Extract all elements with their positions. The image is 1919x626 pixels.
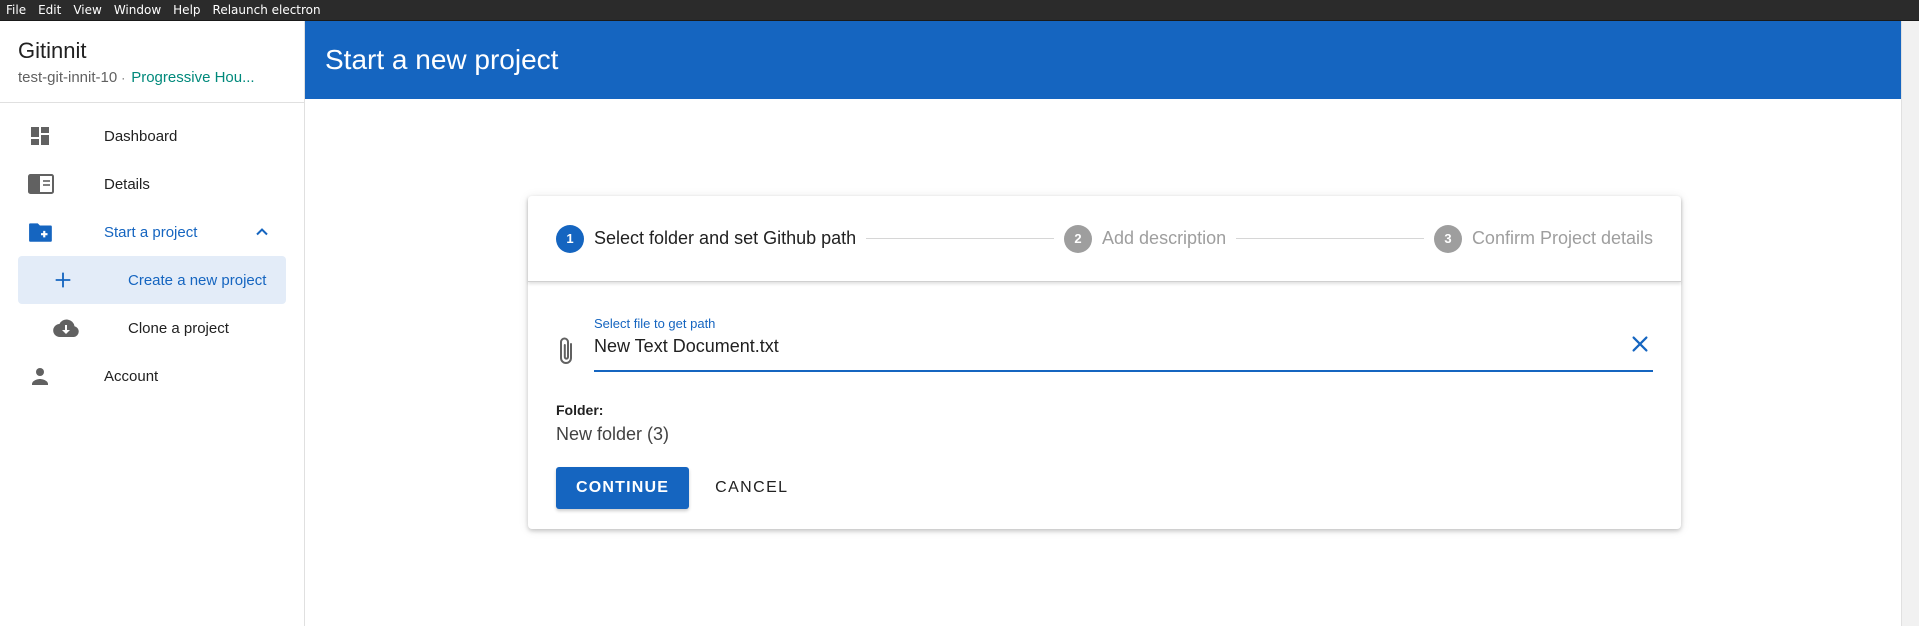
username: test-git-innit-10	[18, 69, 118, 86]
page-title: Start a new project	[325, 44, 559, 75]
card-body: Select file to get path New Text Documen…	[528, 282, 1681, 509]
continue-button[interactable]: CONTINUE	[556, 467, 690, 509]
close-icon[interactable]	[1629, 333, 1651, 360]
person-icon	[28, 364, 64, 388]
menu-view[interactable]: View	[73, 0, 101, 21]
dashboard-icon	[28, 124, 64, 148]
sidebar-item-label: Account	[104, 367, 159, 385]
main-content: Start a new project 1 Select folder and …	[305, 21, 1919, 626]
window-scrollbar[interactable]	[1901, 21, 1919, 626]
sidebar-item-details[interactable]: Details	[18, 160, 286, 208]
file-path-field[interactable]: Select file to get path New Text Documen…	[594, 316, 1653, 372]
menu-edit[interactable]: Edit	[38, 0, 61, 21]
chevron-up-icon[interactable]	[252, 222, 272, 247]
sidebar-item-label: Details	[104, 175, 150, 193]
sidebar-item-account[interactable]: Account	[18, 352, 286, 400]
paperclip-icon[interactable]	[556, 336, 586, 372]
folder-value: New folder (3)	[556, 424, 670, 444]
sidebar-item-label: Start a project	[104, 223, 198, 241]
plus-icon	[52, 268, 88, 292]
organization-link[interactable]: Progressive Hou...	[131, 69, 254, 86]
sidebar-nav: Dashboard Details Start a project Create…	[0, 103, 304, 400]
sidebar-item-start-a-project[interactable]: Start a project	[18, 208, 286, 256]
menu-help[interactable]: Help	[173, 0, 200, 21]
step-label: Select folder and set Github path	[594, 228, 857, 248]
app-subtitle: test-git-innit-10 · Progressive Hou...	[18, 69, 286, 86]
step-1[interactable]: 1 Select folder and set Github path	[556, 224, 857, 253]
menu-bar: File Edit View Window Help Relaunch elec…	[0, 0, 1919, 21]
top-app-bar: Start a new project	[305, 21, 1901, 99]
folder-label: Folder:	[556, 402, 604, 418]
sidebar-item-label: Clone a project	[128, 319, 229, 337]
menu-window[interactable]: Window	[114, 0, 161, 21]
menu-relaunch-electron[interactable]: Relaunch electron	[213, 0, 321, 21]
stepper: 1 Select folder and set Github path 2 Ad…	[528, 196, 1681, 282]
sidebar-item-dashboard[interactable]: Dashboard	[18, 112, 286, 160]
details-icon	[28, 172, 64, 196]
file-field-value[interactable]: New Text Document.txt	[594, 336, 779, 357]
step-number: 2	[1064, 224, 1093, 253]
sidebar: Gitinnit test-git-innit-10 · Progressive…	[0, 21, 305, 626]
file-input-row: Select file to get path New Text Documen…	[556, 316, 1653, 372]
sidebar-item-label: Dashboard	[104, 127, 178, 145]
sidebar-item-create-new-project[interactable]: Create a new project	[18, 256, 286, 304]
cancel-button[interactable]: CANCEL	[695, 467, 808, 509]
new-project-card: 1 Select folder and set Github path 2 Ad…	[528, 196, 1681, 529]
step-number: 1	[556, 224, 584, 253]
cloud-download-icon	[52, 316, 88, 340]
form-actions: CONTINUE CANCEL	[556, 467, 1653, 509]
step-2[interactable]: 2 Add description	[1064, 224, 1227, 253]
step-label: Add description	[1102, 228, 1227, 248]
separator-dot: ·	[121, 70, 126, 85]
file-field-label: Select file to get path	[594, 316, 716, 331]
step-connector	[866, 238, 1055, 239]
sidebar-item-clone-project[interactable]: Clone a project	[18, 304, 286, 352]
step-connector	[1236, 238, 1424, 239]
sidebar-item-label: Create a new project	[128, 271, 267, 289]
app-header: Gitinnit test-git-innit-10 · Progressive…	[0, 21, 304, 103]
step-3[interactable]: 3 Confirm Project details	[1433, 224, 1654, 253]
app-title: Gitinnit	[18, 38, 87, 63]
step-label: Confirm Project details	[1471, 228, 1654, 248]
folder-add-icon	[28, 220, 64, 244]
menu-file[interactable]: File	[6, 0, 26, 21]
step-number: 3	[1433, 224, 1462, 253]
